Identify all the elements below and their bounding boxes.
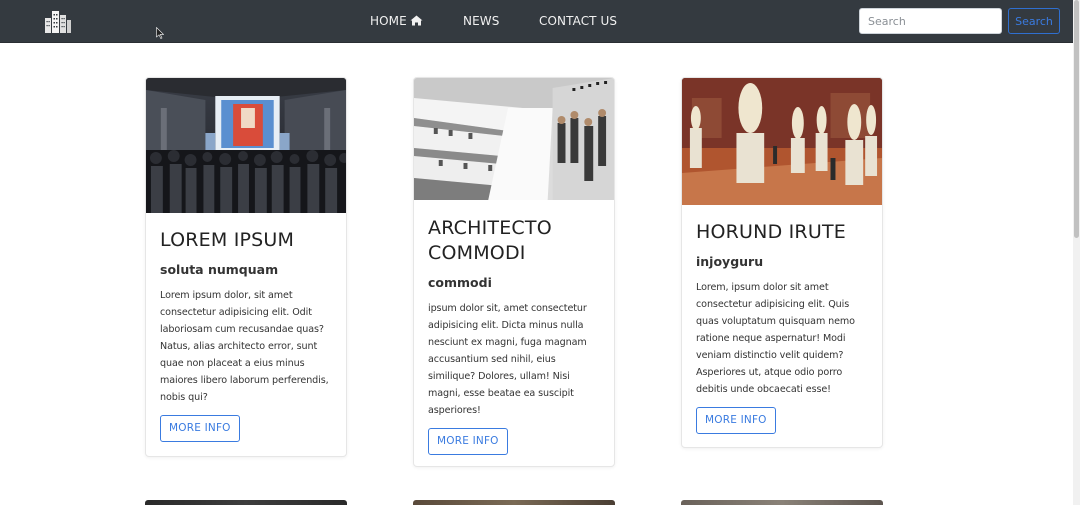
card-title: LOREM IPSUM [160,229,295,251]
card-subtitle: commodi [428,275,492,290]
card-text: Lorem, ipsum dolor sit amet consectetur … [696,282,855,395]
card-partial [413,500,615,505]
more-info-button[interactable]: MORE INFO [160,415,240,442]
more-info-button[interactable]: MORE INFO [696,407,776,434]
spiral-gallery-photo [414,78,614,200]
card-title: ARCHITECTO COMMODI [428,217,552,264]
search-input[interactable] [859,8,1002,34]
card-text: ipsum dolor sit, amet consectetur adipis… [428,303,587,416]
nav-home-label: HOME [370,14,407,28]
mouse-cursor-icon [156,27,164,39]
nav-home-link[interactable]: HOME [370,14,423,28]
card-subtitle: soluta numquam [160,262,279,277]
card-lorem-ipsum: LOREM IPSUM soluta numquam Lorem ipsum d… [145,77,347,457]
home-icon [410,15,423,26]
nav-news-link[interactable]: NEWS [463,14,499,28]
more-info-button[interactable]: MORE INFO [428,428,508,455]
card-text: Lorem ipsum dolor, sit amet consectetur … [160,290,329,403]
card-partial [145,500,347,505]
card-subtitle: injoyguru [696,254,764,269]
museum-crowd-photo [146,78,346,213]
sculpture-hall-photo [682,78,882,205]
card-architecto-commodi: ARCHITECTO COMMODI commodi ipsum dolor s… [413,77,615,467]
nav-contact-link[interactable]: CONTACT US [539,14,617,28]
scrollbar-thumb[interactable] [1074,0,1079,238]
card-title: HORUND IRUTE [696,221,846,243]
card-body: LOREM IPSUM soluta numquam Lorem ipsum d… [146,228,346,442]
card-partial [681,500,883,505]
card-horund-irute: HORUND IRUTE injoyguru Lorem, ipsum dolo… [681,77,883,448]
search-button[interactable]: Search [1008,8,1060,34]
card-body: ARCHITECTO COMMODI commodi ipsum dolor s… [414,216,614,455]
card-body: HORUND IRUTE injoyguru Lorem, ipsum dolo… [682,220,882,434]
